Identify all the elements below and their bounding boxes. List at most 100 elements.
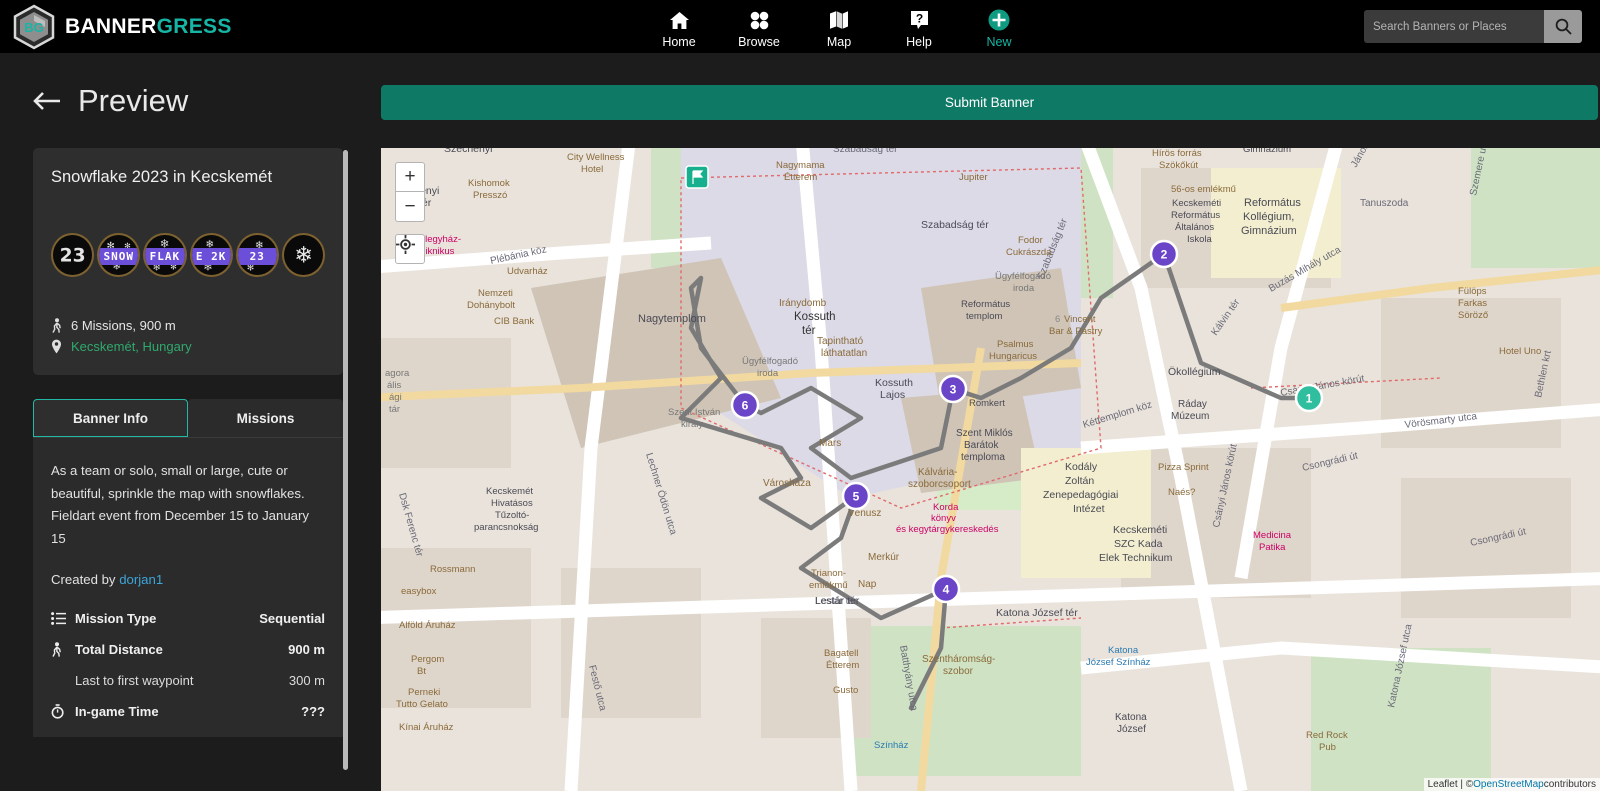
map-poi-label: Kecskemét — [486, 486, 533, 497]
grid-icon — [750, 9, 769, 32]
route-markers: 123456 — [732, 241, 1322, 602]
map-icon — [829, 9, 849, 32]
submit-banner-button[interactable]: Submit Banner — [381, 85, 1598, 120]
map-poi-label: tér — [802, 325, 816, 337]
map-poi-label: Korda — [933, 502, 959, 513]
info-label: Mission Type — [75, 611, 156, 626]
brand-logo[interactable]: BG BANNERGRESS — [12, 4, 232, 50]
map-poi-label: CIB Bank — [494, 316, 534, 327]
help-icon: ? — [910, 9, 929, 32]
map-poi-label: Rossmann — [430, 564, 475, 575]
map-poi-label: Kossuth — [875, 377, 913, 389]
search-box — [1364, 10, 1582, 43]
route-marker-number: 2 — [1161, 248, 1168, 262]
nav-item-new[interactable]: New — [970, 0, 1028, 53]
mission-icon[interactable]: ❄ ✻ 23 — [236, 233, 279, 277]
map-poi-label: Pub — [1319, 742, 1336, 753]
map-poi-label: Szökőkút — [1159, 160, 1198, 171]
attribution-link[interactable]: OpenStreetMap — [1473, 779, 1544, 790]
tab-banner-info[interactable]: Banner Info — [33, 399, 188, 437]
map-poi-label: Hivatásos — [491, 498, 533, 509]
map-poi-label: Medicina — [1253, 530, 1292, 541]
map-zoom-in-button[interactable]: + — [395, 162, 425, 192]
back-button[interactable] — [33, 91, 61, 111]
list-icon — [51, 612, 75, 625]
map-poi-label: iroda — [1013, 283, 1035, 294]
nav-item-new-label: New — [986, 35, 1011, 49]
map-poi-label: Tutto Gelato — [396, 699, 448, 710]
svg-text:❄: ❄ — [294, 243, 313, 268]
map-poi-label: szoborcsoport — [908, 479, 971, 490]
map-poi-label: Merkúr — [868, 552, 900, 563]
page-title: Preview — [78, 83, 188, 119]
route-marker-number: 3 — [950, 383, 957, 397]
map-poi-label: Nemzeti — [478, 288, 513, 299]
created-by-link[interactable]: dorjan1 — [119, 572, 163, 587]
map-poi-label: Ráday — [1178, 399, 1207, 410]
map-locate-button[interactable] — [395, 234, 425, 264]
nav-item-home-label: Home — [662, 35, 695, 49]
banner-summary-card: Snowflake 2023 in Kecskemét 23 ✻ ✻ ❄ SNO… — [33, 148, 343, 375]
brand-text-first: BANNER — [65, 15, 157, 38]
route-marker: 3 — [940, 376, 966, 402]
mission-icon[interactable]: 23 — [51, 233, 94, 277]
mission-icon-label: SNOW — [99, 248, 138, 265]
mission-icon[interactable]: ✻ ✻ ❄ SNOW — [97, 233, 140, 277]
map-poi-label: Pergom — [411, 654, 444, 665]
map-poi-label: Fülöps — [1458, 286, 1487, 297]
map-poi-label: 6 — [1055, 314, 1060, 325]
svg-text:23: 23 — [60, 246, 86, 267]
map-poi-label: Perneki — [408, 687, 440, 698]
map-poi-label: Dohánybolt — [467, 300, 515, 311]
map-poi-label: temploma — [961, 452, 1005, 463]
map-poi-label: iroda — [757, 368, 779, 379]
map-poi-label: Hírös forrás — [1152, 148, 1202, 159]
map-poi-label: Psalmus — [997, 339, 1034, 350]
map-poi-label: Bagatell — [824, 648, 858, 659]
map-view[interactable]: Plébánia közLechner Ödön utcaDsk Ferenc … — [381, 148, 1600, 791]
map-poi-label: Romkert — [969, 398, 1005, 409]
map-poi-label: SZC Kada — [1114, 538, 1163, 550]
mission-icon[interactable]: ❄ ❄ ✻ FLAK — [143, 233, 186, 277]
map-poi-label: Szent István — [668, 407, 720, 418]
mission-icon[interactable]: ❄ ❄ E 2K — [190, 233, 233, 277]
banner-meta: 6 Missions, 900 m Kecskemét, Hungary — [51, 315, 325, 357]
info-row-total-distance: Total Distance 900 m — [51, 634, 325, 665]
map-zoom-out-button[interactable]: − — [395, 192, 425, 222]
map-street-label: Buzás Mihály utca — [1267, 244, 1343, 294]
map-poi-label: Kínai Áruház — [399, 722, 454, 733]
map-poi-label: Söröző — [1458, 310, 1488, 321]
map-poi-label: Ügyfélfogadó — [995, 271, 1051, 282]
route-marker-number: 1 — [1306, 392, 1313, 406]
map-poi-label: Kecskeméti — [1172, 198, 1221, 209]
map-poi-label: Tapintható — [817, 336, 864, 347]
tab-missions[interactable]: Missions — [188, 399, 343, 437]
route-marker-number: 4 — [943, 583, 950, 597]
panel-scrollbar[interactable] — [343, 150, 348, 770]
crosshair-icon — [396, 235, 415, 254]
banner-title: Snowflake 2023 in Kecskemét — [51, 168, 325, 187]
nav-item-browse[interactable]: Browse — [730, 0, 788, 53]
created-by-row: Created by dorjan1 — [51, 572, 325, 587]
map-poi-label: József Színház — [1086, 657, 1151, 668]
map-poi-label: Bt — [417, 666, 426, 677]
map-poi-label: Nap — [858, 579, 877, 590]
nav-item-map[interactable]: Map — [810, 0, 868, 53]
nav-item-home[interactable]: Home — [650, 0, 708, 53]
search-button[interactable] — [1544, 10, 1582, 43]
nav-item-help[interactable]: ? Help — [890, 0, 948, 53]
map-poi-label: Gusto — [833, 685, 858, 696]
map-poi-label: Kodály — [1065, 461, 1098, 473]
map-poi-label: Lajos — [880, 389, 905, 401]
map-poi-label: Színház — [874, 740, 909, 751]
map-poi-label: könyv — [931, 513, 956, 524]
panel-scroll-area: Snowflake 2023 in Kecskemét 23 ✻ ✻ ❄ SNO… — [0, 148, 348, 791]
map-poi-label: Kishomok — [468, 178, 510, 189]
map-poi-label: Általános — [1175, 222, 1214, 233]
map-poi-label: Református — [1244, 197, 1301, 209]
map-street-label: Kéttemplom köz — [1082, 399, 1154, 430]
search-input[interactable] — [1364, 10, 1544, 43]
main-nav: Home Browse Map ? Help New — [650, 0, 1028, 53]
map-poi-label: szobor — [943, 666, 974, 677]
mission-icon[interactable]: ❄ — [282, 233, 325, 277]
